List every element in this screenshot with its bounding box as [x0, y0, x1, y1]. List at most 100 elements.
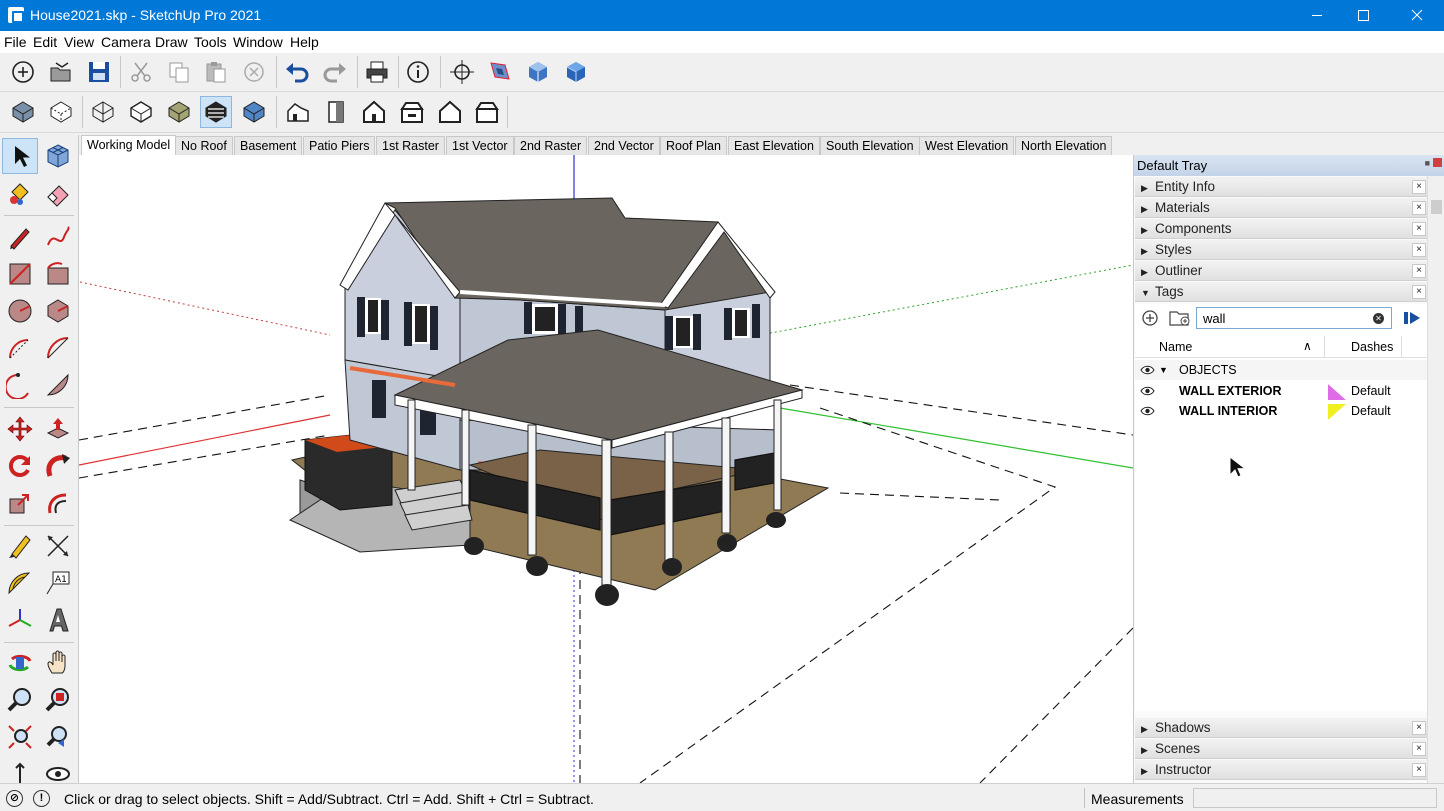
panel-close-icon[interactable]: ×: [1412, 742, 1426, 756]
panel-materials[interactable]: ▶ Materials ×: [1135, 198, 1427, 218]
redo-button[interactable]: [319, 56, 351, 88]
orbit-tool[interactable]: [2, 645, 38, 681]
panel-components[interactable]: ▶ Components ×: [1135, 219, 1427, 239]
column-name-header[interactable]: Name: [1159, 340, 1192, 354]
menu-file[interactable]: File: [4, 34, 27, 50]
dimension-tool[interactable]: [40, 528, 76, 564]
menu-view[interactable]: View: [64, 34, 94, 50]
add-location-button[interactable]: [484, 56, 516, 88]
panel-outliner[interactable]: ▶ Outliner ×: [1135, 261, 1427, 281]
cut-button[interactable]: [125, 56, 157, 88]
shaded-button[interactable]: [163, 96, 195, 128]
clear-search-icon[interactable]: ✕: [1373, 313, 1384, 324]
protractor-tool[interactable]: [2, 565, 38, 601]
scene-tab-working-model[interactable]: Working Model: [81, 135, 177, 155]
panel-close-icon[interactable]: ×: [1412, 243, 1426, 257]
details-arrow-icon[interactable]: [1403, 310, 1421, 326]
menu-tools[interactable]: Tools: [194, 34, 227, 50]
panel-shadows[interactable]: ▶ Shadows ×: [1135, 718, 1427, 738]
panel-close-icon[interactable]: ×: [1412, 222, 1426, 236]
panel-close-icon[interactable]: ×: [1412, 201, 1426, 215]
two-point-arc-tool[interactable]: [40, 330, 76, 366]
paint-bucket-tool[interactable]: [2, 176, 38, 212]
xray-button[interactable]: [7, 96, 39, 128]
tag-folder-row[interactable]: ▼ OBJECTS: [1135, 360, 1427, 380]
new-button[interactable]: [7, 56, 39, 88]
text-tool[interactable]: A1: [40, 565, 76, 601]
select-tool[interactable]: [2, 138, 38, 174]
panel-close-icon[interactable]: ×: [1412, 180, 1426, 194]
scene-tab-east-elevation[interactable]: East Elevation: [728, 136, 820, 155]
scene-tab-west-elevation[interactable]: West Elevation: [919, 136, 1015, 155]
move-tool[interactable]: [2, 411, 38, 447]
model-info-button[interactable]: [402, 56, 434, 88]
geo-location-icon[interactable]: ⊘: [6, 790, 23, 807]
line-tool[interactable]: [2, 219, 38, 255]
tray-close-icon[interactable]: [1433, 158, 1442, 167]
measurements-input[interactable]: [1193, 788, 1437, 808]
panel-close-icon[interactable]: ×: [1412, 264, 1426, 278]
panel-close-icon[interactable]: ×: [1412, 763, 1426, 777]
scene-tab-no-roof[interactable]: No Roof: [175, 136, 233, 155]
column-dashes-header[interactable]: Dashes: [1351, 340, 1393, 354]
print-button[interactable]: [361, 56, 393, 88]
hidden-line-button[interactable]: [125, 96, 157, 128]
pin-icon[interactable]: ■: [1425, 158, 1430, 168]
scene-tab-roof-plan[interactable]: Roof Plan: [660, 136, 727, 155]
rotated-rectangle-tool[interactable]: [40, 256, 76, 292]
tag-dashes[interactable]: Default: [1351, 401, 1391, 421]
tray-scrollbar[interactable]: [1427, 176, 1444, 783]
arc-tool[interactable]: [2, 330, 38, 366]
scene-tab-south-elevation[interactable]: South Elevation: [820, 136, 920, 155]
copy-button[interactable]: [163, 56, 195, 88]
photo-textures-button[interactable]: [560, 56, 592, 88]
zoom-extents-button[interactable]: [446, 56, 478, 88]
minimize-control[interactable]: [1294, 0, 1340, 31]
model-viewport[interactable]: [79, 155, 1133, 783]
scene-tab-north-elevation[interactable]: North Elevation: [1015, 136, 1113, 155]
right-view-button[interactable]: [396, 96, 428, 128]
freehand-tool[interactable]: [40, 219, 76, 255]
visibility-eye-icon[interactable]: [1140, 365, 1155, 375]
component-tool[interactable]: [40, 138, 76, 174]
pan-tool[interactable]: [40, 645, 76, 681]
panel-instructor[interactable]: ▶ Instructor ×: [1135, 760, 1427, 780]
zoom-window-tool[interactable]: [40, 682, 76, 718]
shaded-textures-button[interactable]: [200, 96, 232, 128]
tag-color-swatch[interactable]: [1328, 404, 1346, 420]
panel-scenes[interactable]: ▶ Scenes ×: [1135, 739, 1427, 759]
menu-camera[interactable]: Camera: [101, 34, 151, 50]
monochrome-button[interactable]: [238, 96, 270, 128]
left-view-button[interactable]: [471, 96, 503, 128]
tag-color-swatch[interactable]: [1328, 384, 1346, 400]
follow-me-tool[interactable]: [40, 448, 76, 484]
tag-row[interactable]: WALL INTERIOR Default: [1135, 401, 1427, 421]
rectangle-tool[interactable]: [2, 256, 38, 292]
tape-measure-tool[interactable]: [2, 528, 38, 564]
previous-view-tool[interactable]: [40, 719, 76, 755]
pie-tool[interactable]: [40, 367, 76, 403]
offset-tool[interactable]: [40, 485, 76, 521]
open-button[interactable]: [45, 56, 77, 88]
circle-tool[interactable]: [2, 293, 38, 329]
zoom-tool[interactable]: [2, 682, 38, 718]
front-view-button[interactable]: [358, 96, 390, 128]
panel-tags[interactable]: ▼ Tags ×: [1135, 282, 1427, 302]
zoom-extents-tool[interactable]: [2, 719, 38, 755]
push-pull-tool[interactable]: [40, 411, 76, 447]
visibility-eye-icon[interactable]: [1140, 406, 1155, 416]
paste-button[interactable]: [200, 56, 232, 88]
position-camera-tool[interactable]: [2, 756, 38, 783]
scrollbar-thumb[interactable]: [1431, 200, 1442, 214]
scene-tab-basement[interactable]: Basement: [234, 136, 303, 155]
save-button[interactable]: [83, 56, 115, 88]
undo-button[interactable]: [281, 56, 313, 88]
back-edges-button[interactable]: [45, 96, 77, 128]
look-around-tool[interactable]: [40, 756, 76, 783]
scene-tab-1st-raster[interactable]: 1st Raster: [376, 136, 445, 155]
three-point-arc-tool[interactable]: [2, 367, 38, 403]
scene-tab-2nd-raster[interactable]: 2nd Raster: [514, 136, 588, 155]
scene-tab-patio-piers[interactable]: Patio Piers: [303, 136, 376, 155]
wireframe-button[interactable]: [87, 96, 119, 128]
scale-tool[interactable]: [2, 485, 38, 521]
